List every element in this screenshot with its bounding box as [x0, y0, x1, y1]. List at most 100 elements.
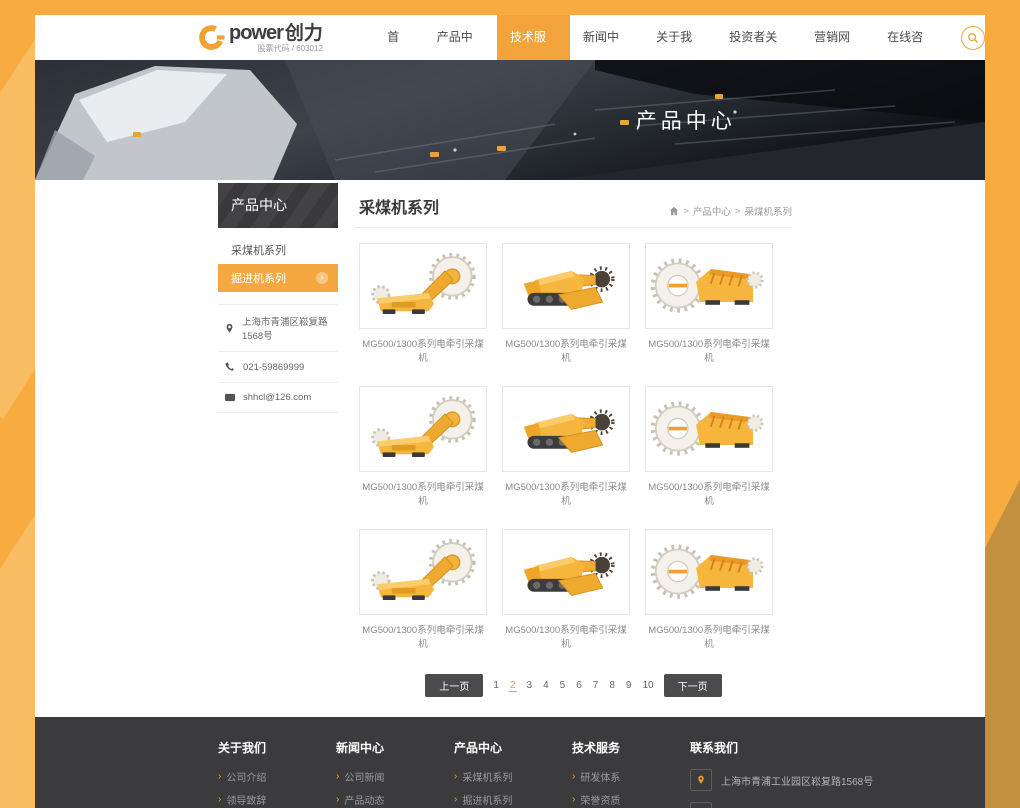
- product-card[interactable]: MG500/1300系列电牵引采煤机: [645, 529, 773, 650]
- next-page-button[interactable]: 下一页: [664, 674, 722, 697]
- footer-link[interactable]: 公司介绍: [226, 769, 266, 784]
- nav-item-news[interactable]: 新闻中心: [570, 15, 643, 60]
- prev-page-button[interactable]: 上一页: [425, 674, 483, 697]
- page-number[interactable]: 7: [592, 680, 600, 691]
- main-content: 采煤机系列 > 产品中心 > 采煤机系列 MG500/1300系列电牵引采煤机: [355, 183, 792, 717]
- product-name: MG500/1300系列电牵引采煤机: [645, 336, 773, 364]
- product-name: MG500/1300系列电牵引采煤机: [359, 479, 487, 507]
- breadcrumb-product-center[interactable]: 产品中心: [693, 204, 731, 218]
- page-number-active[interactable]: 2: [509, 680, 517, 692]
- page-number[interactable]: 4: [542, 680, 550, 691]
- product-image: [359, 386, 487, 472]
- bullet-icon: ›: [454, 772, 457, 782]
- bullet-icon: ›: [572, 795, 575, 805]
- sidebar-item-label: 掘进机系列: [231, 270, 286, 286]
- footer-col-products: 产品中心 ›采煤机系列 ›掘进机系列: [454, 739, 572, 808]
- sidebar-item-label: 采煤机系列: [231, 242, 286, 258]
- product-image: [502, 529, 630, 615]
- sidebar-email: shhcl@126.com: [243, 392, 311, 403]
- product-card[interactable]: MG500/1300系列电牵引采煤机: [359, 243, 487, 364]
- page-number[interactable]: 8: [608, 680, 616, 691]
- logo-text-cn: 创力: [285, 24, 323, 43]
- footer-link[interactable]: 公司新闻: [344, 769, 384, 784]
- product-name: MG500/1300系列电牵引采煤机: [359, 336, 487, 364]
- footer-link[interactable]: 领导致辞: [226, 792, 266, 807]
- sidebar-title: 产品中心: [218, 183, 338, 228]
- mail-icon: [224, 392, 236, 403]
- product-name: MG500/1300系列电牵引采煤机: [645, 622, 773, 650]
- banner-title: 产品中心: [636, 105, 736, 135]
- breadcrumb-separator: >: [683, 206, 689, 217]
- product-card[interactable]: MG500/1300系列电牵引采煤机: [359, 529, 487, 650]
- page-number[interactable]: 10: [641, 680, 654, 691]
- nav-item-products[interactable]: 产品中心: [424, 15, 497, 60]
- logo[interactable]: power 创力 股票代码 / 603012: [198, 23, 346, 53]
- product-card[interactable]: MG500/1300系列电牵引采煤机: [502, 386, 630, 507]
- nav-item-online-consult[interactable]: 在线咨询: [874, 15, 947, 60]
- footer-address-row: 上海市青浦工业园区崧复路1568号: [690, 769, 910, 791]
- footer-address: 上海市青浦工业园区崧复路1568号: [721, 773, 873, 788]
- hero-banner: 产品中心: [35, 60, 985, 180]
- search-button[interactable]: [961, 26, 985, 50]
- contact-phone-row: 021-59869999: [218, 352, 338, 383]
- page-number[interactable]: 1: [492, 680, 500, 691]
- footer-link[interactable]: 研发体系: [580, 769, 620, 784]
- sidebar-item-roadheader-series[interactable]: 掘进机系列 ›: [218, 264, 338, 292]
- product-image: [502, 386, 630, 472]
- footer-col-title: 关于我们: [218, 739, 336, 756]
- page-title: 采煤机系列: [359, 194, 439, 218]
- footer-link[interactable]: 产品动态: [344, 792, 384, 807]
- site-header: power 创力 股票代码 / 603012 首页 产品中心 技术服务 新闻中心…: [35, 15, 985, 60]
- nav-item-home[interactable]: 首页: [374, 15, 424, 60]
- product-name: MG500/1300系列电牵引采煤机: [502, 622, 630, 650]
- chevron-right-icon: ›: [316, 272, 328, 284]
- product-card[interactable]: MG500/1300系列电牵引采煤机: [645, 243, 773, 364]
- product-name: MG500/1300系列电牵引采煤机: [502, 336, 630, 364]
- home-icon[interactable]: [669, 206, 679, 216]
- product-grid: MG500/1300系列电牵引采煤机 MG500/1300系列电牵引采煤机 MG…: [355, 228, 792, 650]
- site-footer: 关于我们 ›公司介绍 ›领导致辞 ›企业文化 ›管理团队 新闻中心 ›公司新闻 …: [35, 717, 985, 808]
- product-image: [502, 243, 630, 329]
- footer-col-contact: 联系我们 上海市青浦工业园区崧复路1568号 021-5986-9999: [690, 739, 910, 808]
- main-nav: 首页 产品中心 技术服务 新闻中心 关于我们 投资者关系 营销网络 在线咨询: [374, 15, 947, 60]
- product-image: [645, 243, 773, 329]
- page-number[interactable]: 3: [526, 680, 534, 691]
- product-image: [359, 243, 487, 329]
- sidebar-contact: 上海市青浦区崧复路1568号 021-59869999 shhcl@126.co…: [218, 304, 338, 413]
- footer-link[interactable]: 采煤机系列: [462, 769, 512, 784]
- sidebar: 产品中心 采煤机系列 掘进机系列 › 上海市青浦区崧复路1568号: [218, 183, 338, 717]
- contact-address-row: 上海市青浦区崧复路1568号: [218, 305, 338, 352]
- logo-icon: [198, 24, 225, 51]
- page-container: power 创力 股票代码 / 603012 首页 产品中心 技术服务 新闻中心…: [35, 15, 985, 783]
- page-number[interactable]: 9: [625, 680, 633, 691]
- product-card[interactable]: MG500/1300系列电牵引采煤机: [502, 529, 630, 650]
- search-icon: [967, 32, 979, 44]
- page-number[interactable]: 6: [575, 680, 583, 691]
- footer-link[interactable]: 掘进机系列: [462, 792, 512, 807]
- product-card[interactable]: MG500/1300系列电牵引采煤机: [645, 386, 773, 507]
- bullet-icon: ›: [454, 795, 457, 805]
- footer-col-title: 技术服务: [572, 739, 690, 756]
- bullet-icon: ›: [218, 795, 221, 805]
- nav-item-marketing[interactable]: 营销网络: [801, 15, 874, 60]
- footer-col-tech: 技术服务 ›研发体系 ›荣誉资质 ›服务理念: [572, 739, 690, 808]
- footer-link[interactable]: 荣誉资质: [580, 792, 620, 807]
- nav-item-investor[interactable]: 投资者关系: [716, 15, 801, 60]
- nav-item-tech-service[interactable]: 技术服务: [497, 15, 570, 60]
- sidebar-menu: 采煤机系列 掘进机系列 ›: [218, 236, 338, 292]
- product-card[interactable]: MG500/1300系列电牵引采煤机: [359, 386, 487, 507]
- phone-icon: [690, 802, 712, 808]
- breadcrumb-separator: >: [735, 206, 741, 217]
- product-image: [645, 386, 773, 472]
- nav-item-about[interactable]: 关于我们: [643, 15, 716, 60]
- footer-phone-row: 021-5986-9999: [690, 802, 910, 808]
- breadcrumb-current: 采煤机系列: [744, 204, 792, 218]
- footer-col-title: 联系我们: [690, 739, 910, 756]
- phone-icon: [224, 361, 236, 373]
- product-card[interactable]: MG500/1300系列电牵引采煤机: [502, 243, 630, 364]
- breadcrumb: > 产品中心 > 采煤机系列: [669, 204, 792, 218]
- banner-image: [35, 60, 985, 180]
- page-number[interactable]: 5: [559, 680, 567, 691]
- product-name: MG500/1300系列电牵引采煤机: [359, 622, 487, 650]
- sidebar-item-shearer-series[interactable]: 采煤机系列: [218, 236, 338, 264]
